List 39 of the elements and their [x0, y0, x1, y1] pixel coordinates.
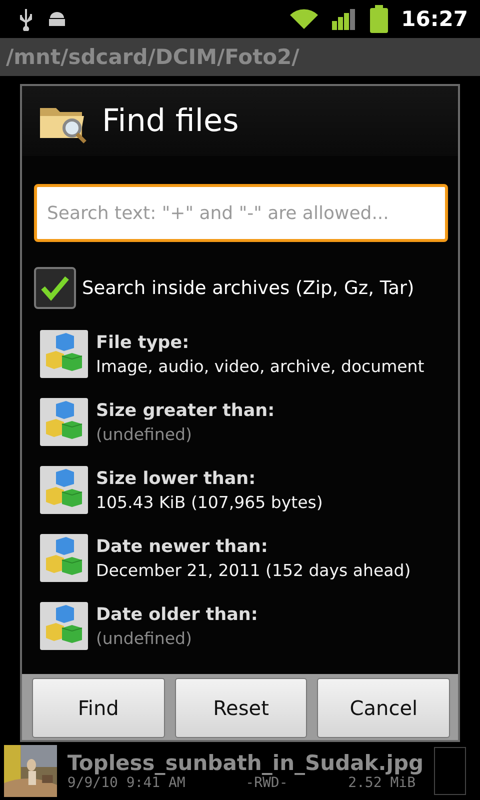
usb-icon: [18, 7, 34, 31]
folder-path: /mnt/sdcard/DCIM/Foto2/: [6, 45, 300, 69]
cubes-icon: [40, 466, 88, 514]
dialog-title: Find files: [102, 103, 239, 139]
file-attributes: -RWD-: [246, 775, 288, 791]
battery-icon: [369, 5, 390, 33]
wifi-icon: [289, 7, 320, 31]
criterion-label: File type:: [96, 332, 190, 352]
file-date: 9/9/10 9:41 AM: [67, 775, 186, 791]
archives-checkbox[interactable]: [34, 267, 76, 309]
clock: 16:27: [401, 7, 468, 31]
criterion-value: 105.43 KiB (107,965 bytes): [96, 492, 323, 512]
criterion-value: (undefined): [96, 424, 193, 444]
dialog-button[interactable]: Cancel: [317, 678, 450, 738]
checkbox-label: Search inside archives (Zip, Gz, Tar): [82, 278, 414, 298]
criterion-item[interactable]: Date older than: (undefined): [40, 602, 448, 650]
criterion-value: Image, audio, video, archive, document: [96, 356, 424, 376]
criterion-item[interactable]: Date newer than: December 21, 2011 (152 days ahead): [40, 534, 448, 582]
criterion-item[interactable]: Size greater than: (undefined): [40, 398, 448, 446]
criterion-label: Date newer than:: [96, 536, 269, 556]
criterion-value: (undefined): [96, 628, 193, 648]
criterion-item[interactable]: Size lower than: 105.43 KiB (107,965 bytes): [40, 466, 448, 514]
criterion-label: Size lower than:: [96, 468, 257, 488]
search-field[interactable]: Search text: "+" and "-" are allowed...: [34, 184, 448, 242]
check-icon: [40, 275, 70, 301]
criterion-value: December 21, 2011 (152 days ahead): [96, 560, 411, 580]
cubes-icon: [40, 330, 88, 378]
criterion-label: Size greater than:: [96, 400, 275, 420]
file-name: Topless_sunbath_in_Sudak.jpg: [67, 751, 424, 775]
file-size: 2.52 MiB: [348, 775, 416, 791]
criterion-item[interactable]: File type: Image, audio, video, archive, document: [40, 330, 448, 378]
cubes-icon: [40, 534, 88, 582]
dialog-button[interactable]: Reset: [174, 678, 308, 738]
signal-icon: [331, 7, 358, 31]
cubes-icon: [40, 398, 88, 446]
select-checkbox[interactable]: [434, 747, 466, 795]
cubes-icon: [40, 602, 88, 650]
dialog-button[interactable]: Find: [32, 678, 165, 738]
criterion-label: Date older than:: [96, 604, 258, 624]
